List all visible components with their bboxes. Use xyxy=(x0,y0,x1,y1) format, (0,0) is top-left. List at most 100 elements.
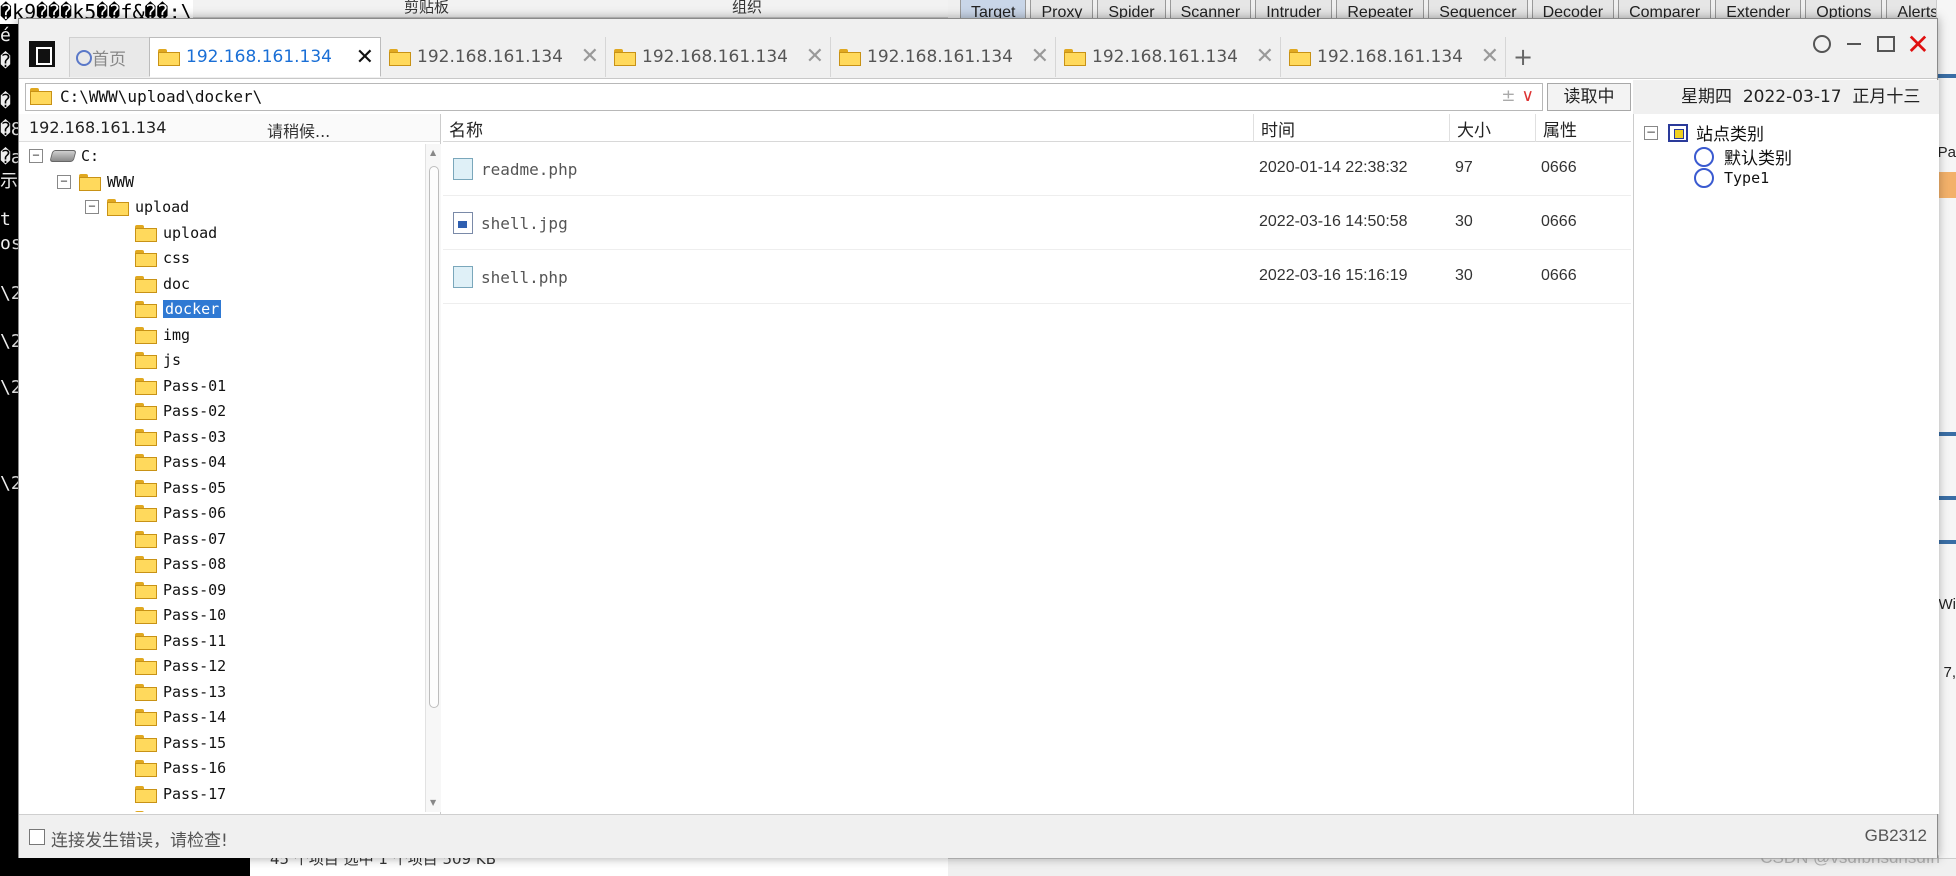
tree-node-pass-13[interactable]: Pass-13 xyxy=(135,680,226,704)
tree-node-pass-02[interactable]: Pass-02 xyxy=(135,399,226,423)
tree-node-label: Pass-06 xyxy=(163,504,227,522)
tree-node-label: Pass-05 xyxy=(163,478,227,497)
tree-node-label: Pass-15 xyxy=(163,733,227,752)
tree-node-doc[interactable]: doc xyxy=(135,272,190,296)
column-name[interactable]: 名称 xyxy=(449,116,483,141)
tree-node-pass-07[interactable]: Pass-07 xyxy=(135,527,226,551)
tab-session-3[interactable]: 192.168.161.134 ✕ xyxy=(606,37,831,77)
tab-session-6[interactable]: 192.168.161.134 ✕ xyxy=(1281,37,1506,77)
status-checkbox[interactable] xyxy=(29,829,45,845)
app-logo-icon[interactable] xyxy=(29,41,55,67)
tree-node-label: Pass-08 xyxy=(163,555,227,573)
tree-node-pass-05[interactable]: Pass-05 xyxy=(135,476,226,500)
folder-icon xyxy=(30,88,52,105)
scrollbar-thumb[interactable] xyxy=(429,166,439,708)
file-name: shell.php xyxy=(481,267,568,287)
file-size: 30 xyxy=(1455,213,1473,230)
tree-node-label: Pass-02 xyxy=(163,402,227,420)
garbled-line: 示 xyxy=(0,171,18,192)
tree-node-label: Pass-16 xyxy=(163,759,227,777)
burp-side-text: Pa xyxy=(1937,144,1956,161)
tree-node-pass-01[interactable]: Pass-01 xyxy=(135,374,226,398)
tree-scrollbar[interactable]: ▲ ▼ xyxy=(425,144,441,812)
tab-close-icon[interactable]: ✕ xyxy=(581,44,599,69)
tree-node-pass-14[interactable]: Pass-14 xyxy=(135,705,226,729)
column-time[interactable]: 时间 xyxy=(1261,116,1295,141)
tree-node-img[interactable]: img xyxy=(135,323,190,347)
tree-node-pass-17[interactable]: Pass-17 xyxy=(135,782,226,806)
folder-icon xyxy=(135,326,157,344)
tab-label: 192.168.161.134 xyxy=(642,47,789,67)
close-window-button[interactable]: ✕ xyxy=(1906,28,1929,61)
tab-close-icon[interactable]: ✕ xyxy=(1481,44,1499,69)
tab-close-icon[interactable]: ✕ xyxy=(356,45,374,70)
column-attr[interactable]: 属性 xyxy=(1543,116,1577,141)
tree-node-upload[interactable]: upload xyxy=(135,221,217,245)
tree-node-upload[interactable]: − upload xyxy=(85,195,189,219)
burp-divider xyxy=(1938,540,1956,544)
file-row[interactable]: shell.jpg 2022-03-16 14:50:58 30 0666 xyxy=(443,196,1631,250)
pin-icon[interactable] xyxy=(1811,33,1833,55)
tab-close-icon[interactable]: ✕ xyxy=(1031,44,1049,69)
category-root[interactable]: − 站点类别 xyxy=(1644,120,1764,145)
path-history-icon[interactable]: ± xyxy=(1501,86,1515,106)
tree-node-docker[interactable]: docker xyxy=(135,297,223,321)
tree-node-css[interactable]: css xyxy=(135,246,190,270)
tree-node-pass-04[interactable]: Pass-04 xyxy=(135,450,226,474)
collapse-icon[interactable]: − xyxy=(85,200,99,214)
file-row[interactable]: readme.php 2020-01-14 22:38:32 97 0666 xyxy=(443,142,1631,196)
tree-node-pass-12[interactable]: Pass-12 xyxy=(135,654,226,678)
tree-node-pass-06[interactable]: Pass-06 xyxy=(135,501,226,525)
path-input[interactable]: C:\WWW\upload\docker\ ± ∨ xyxy=(25,83,1543,111)
column-size[interactable]: 大小 xyxy=(1457,116,1491,141)
folder-icon xyxy=(135,505,157,522)
php-file-icon xyxy=(453,158,473,180)
tab-session-2[interactable]: 192.168.161.134 ✕ xyxy=(381,37,606,77)
burp-divider xyxy=(1938,74,1956,78)
tab-label: 192.168.161.134 xyxy=(1092,47,1239,67)
encoding-selector[interactable]: GB2312 xyxy=(1865,826,1927,846)
directory-tree-panel: 192.168.161.134 请稍候... − C: − WWW − upload upl… xyxy=(19,114,441,814)
scroll-up-icon[interactable]: ▲ xyxy=(430,148,436,157)
garbled-line: � xyxy=(0,51,11,72)
collapse-icon[interactable]: − xyxy=(57,174,71,189)
burp-divider xyxy=(1938,432,1956,436)
file-row[interactable]: shell.php 2022-03-16 15:16:19 30 0666 xyxy=(443,250,1631,304)
chevron-down-icon[interactable]: ∨ xyxy=(1522,86,1534,106)
tree-node-pass-10[interactable]: Pass-10 xyxy=(135,603,226,627)
tab-close-icon[interactable]: ✕ xyxy=(1256,44,1274,69)
tree-node-js[interactable]: js xyxy=(135,348,181,372)
tab-session-5[interactable]: 192.168.161.134 ✕ xyxy=(1056,37,1281,77)
tab-close-icon[interactable]: ✕ xyxy=(806,44,824,69)
folder-icon xyxy=(135,301,157,318)
read-button[interactable]: 读取中 xyxy=(1547,83,1631,111)
ribbon-group-organize: 组织 xyxy=(732,0,763,16)
minimize-icon[interactable] xyxy=(1843,33,1865,55)
file-size: 30 xyxy=(1455,267,1473,284)
tree-node-pass-15[interactable]: Pass-15 xyxy=(135,731,226,755)
tree-node-label: upload xyxy=(135,198,190,216)
category-item[interactable]: 默认类别 xyxy=(1694,144,1792,169)
new-tab-button[interactable]: + xyxy=(1513,43,1533,71)
tab-home[interactable]: 首页 xyxy=(69,37,159,77)
collapse-icon[interactable]: − xyxy=(29,149,43,163)
file-name: readme.php xyxy=(481,159,578,179)
tree-node-pass-11[interactable]: Pass-11 xyxy=(135,629,226,653)
tree-node-pass-18[interactable]: Pass-18 xyxy=(135,807,226,812)
folder-icon xyxy=(135,377,157,395)
tab-session-4[interactable]: 192.168.161.134 ✕ xyxy=(831,37,1056,77)
file-attr: 0666 xyxy=(1541,159,1577,176)
tree-node-pass-09[interactable]: Pass-09 xyxy=(135,578,226,602)
tree-node-pass-16[interactable]: Pass-16 xyxy=(135,756,226,780)
tree-node-pass-08[interactable]: Pass-08 xyxy=(135,552,226,576)
tab-session-1[interactable]: 192.168.161.134 ✕ xyxy=(149,37,381,77)
tree-node-www[interactable]: − WWW xyxy=(57,170,134,194)
collapse-icon[interactable]: − xyxy=(1644,125,1658,140)
scroll-down-icon[interactable]: ▼ xyxy=(430,798,436,807)
burp-side-strip: Pa Wi 7, xyxy=(1936,0,1956,876)
maximize-icon[interactable] xyxy=(1875,33,1897,55)
tree-node-pass-03[interactable]: Pass-03 xyxy=(135,425,226,449)
tree-node-c-[interactable]: − C: xyxy=(29,144,99,168)
category-label: 默认类别 xyxy=(1724,149,1792,169)
category-item[interactable]: Type1 xyxy=(1694,168,1769,188)
